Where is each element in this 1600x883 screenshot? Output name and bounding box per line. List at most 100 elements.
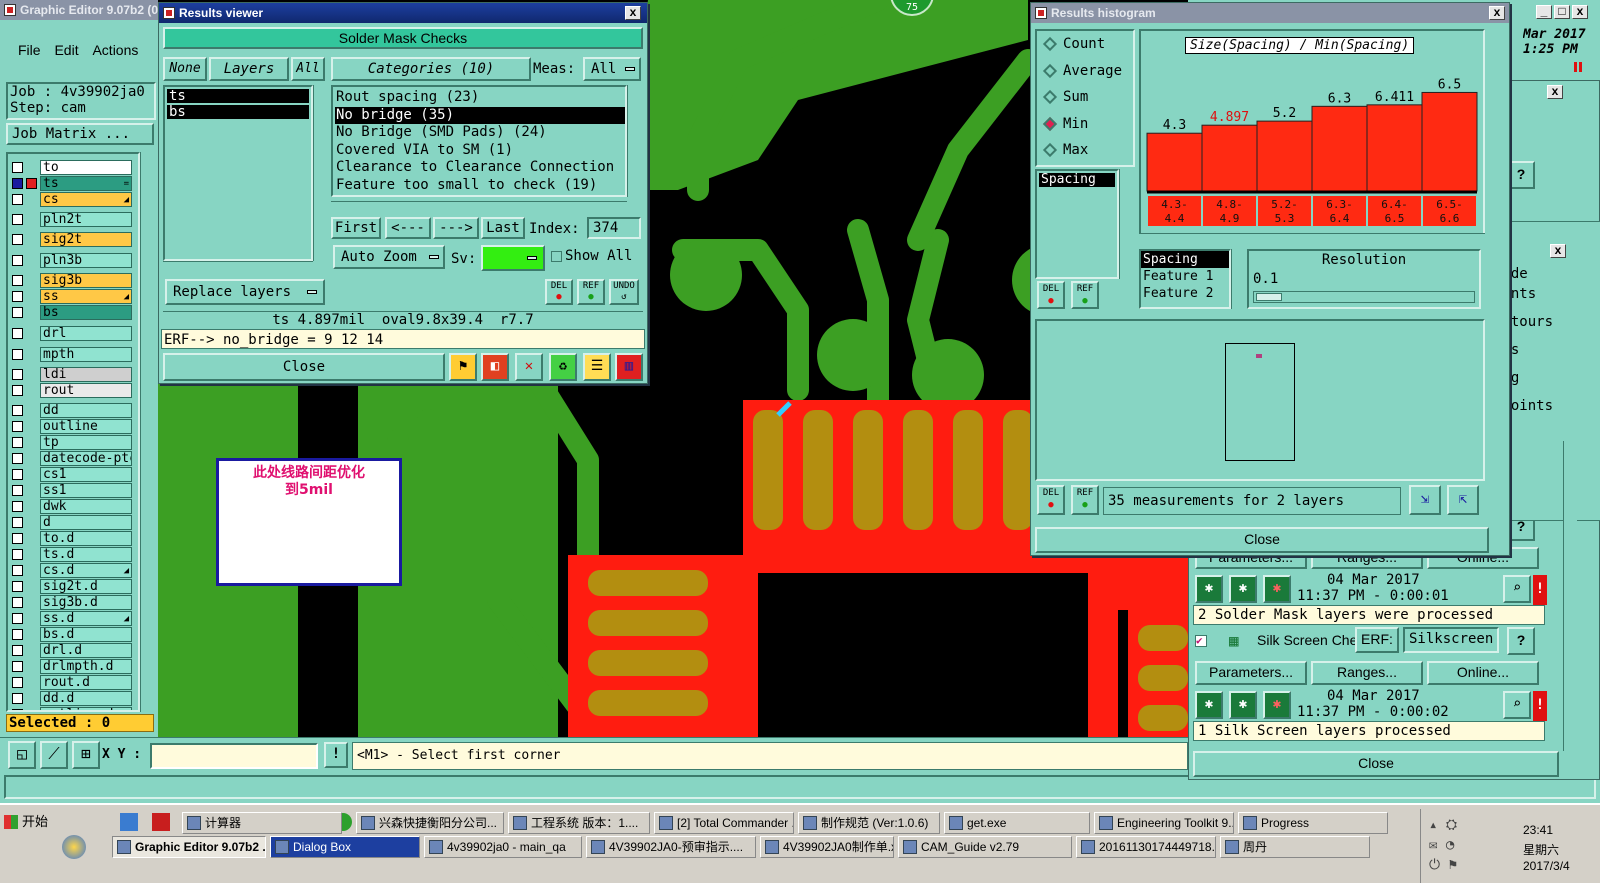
stat-option[interactable]: Sum — [1037, 84, 1133, 111]
stat-option[interactable]: Count — [1037, 31, 1133, 58]
layer-row[interactable]: outline.d — [8, 707, 138, 710]
layer-row[interactable]: ss.d ◢ — [8, 611, 138, 626]
layer-row[interactable]: drl.d — [8, 643, 138, 658]
histogram-icon[interactable]: ▥ — [615, 353, 643, 381]
layer-checkbox[interactable] — [12, 693, 23, 704]
layer-name[interactable]: ss1 — [40, 483, 132, 498]
layer-name[interactable]: sig3b.d — [40, 595, 132, 610]
histogram-bar[interactable] — [1146, 132, 1203, 192]
category-item[interactable]: Rout spacing (23) — [335, 89, 625, 107]
minimize-button[interactable]: _ — [1536, 5, 1552, 19]
quicklaunch-icon[interactable] — [120, 813, 138, 831]
show-all-checkbox[interactable] — [551, 251, 562, 262]
index-input[interactable]: 374 — [587, 217, 641, 239]
stat-option[interactable]: Average — [1037, 58, 1133, 85]
layer-name[interactable]: datecode-ptc — [40, 451, 132, 466]
categories-header[interactable]: Categories (10) — [331, 57, 531, 81]
layer-checkbox[interactable] — [12, 405, 23, 416]
taskbar-item[interactable]: 4V39902JA0-预审指示.... — [586, 836, 756, 858]
layer-checkbox[interactable] — [12, 485, 23, 496]
layer-row[interactable]: sig3b.d — [8, 595, 138, 610]
prev-button[interactable]: <--- — [385, 217, 431, 239]
layer-name[interactable]: tp — [40, 435, 132, 450]
close-main-button[interactable]: x — [1572, 5, 1588, 19]
layer-checkbox[interactable] — [12, 328, 23, 339]
layer-row[interactable]: drlmpth.d — [8, 659, 138, 674]
replace-layers-dropdown[interactable]: Replace layers — [165, 279, 325, 305]
del-icon[interactable]: DEL ● — [545, 279, 573, 305]
layer-name[interactable]: ts.d — [40, 547, 132, 562]
recycle-icon[interactable]: ♻ — [549, 353, 577, 381]
layer-checkbox[interactable] — [12, 613, 23, 624]
xy-input[interactable] — [150, 743, 318, 769]
histogram-bar[interactable] — [1366, 104, 1423, 192]
layer-checkbox[interactable] — [12, 533, 23, 544]
layer-row[interactable]: to.d — [8, 531, 138, 546]
stat-option[interactable]: Max — [1037, 137, 1133, 164]
taskbar-item[interactable]: 4V39902JA0制作单.xls ... — [760, 836, 894, 858]
layer-checkbox[interactable] — [12, 437, 23, 448]
category-item[interactable]: Feature too small to check (19) — [335, 177, 625, 195]
secondary-close-icon[interactable]: x — [1550, 244, 1566, 258]
category-item[interactable]: No bridge (35) — [335, 106, 625, 124]
measure-icon[interactable]: ⟋ — [40, 741, 68, 769]
layer-checkbox[interactable] — [12, 275, 23, 286]
category-vscroll[interactable] — [627, 85, 641, 197]
job-matrix-button[interactable]: Job Matrix ... — [6, 123, 154, 145]
layer-checkbox[interactable] — [12, 178, 23, 189]
layer-checkbox[interactable] — [12, 661, 23, 672]
layer-name[interactable]: ldi — [40, 367, 132, 382]
histogram-bar[interactable] — [1256, 120, 1313, 192]
cross-icon[interactable]: ✕ — [515, 353, 543, 381]
layer-name[interactable]: d — [40, 515, 132, 530]
layer-checkbox[interactable] — [12, 307, 23, 318]
layer-name[interactable]: dwk — [40, 499, 132, 514]
layer-checkbox[interactable] — [12, 565, 23, 576]
hist-del-icon[interactable]: DEL ● — [1037, 281, 1065, 309]
layer-name[interactable]: cs.d ◢ — [40, 563, 132, 578]
results-layer-item[interactable]: ts — [167, 89, 309, 103]
run-icon[interactable]: ✱ — [1195, 575, 1223, 603]
layer-row[interactable]: ss ◢ — [8, 289, 138, 304]
layer-name[interactable]: sig2t — [40, 232, 132, 247]
results-layer-vscroll[interactable] — [313, 85, 327, 261]
checklist-close-button[interactable]: Close — [1193, 751, 1559, 777]
undo-icon[interactable]: UNDO ↺ — [609, 279, 639, 305]
layer-row[interactable]: drl — [8, 326, 138, 341]
slider-thumb[interactable] — [1256, 293, 1282, 301]
taskbar-item[interactable]: get.exe — [944, 812, 1090, 834]
layer-row[interactable]: mpth — [8, 347, 138, 362]
ref-icon[interactable]: REF ● — [577, 279, 605, 305]
layer-name[interactable]: outline.d — [40, 707, 132, 710]
layer-row[interactable]: ss1 — [8, 483, 138, 498]
filter-none-button[interactable]: None — [163, 57, 207, 81]
radio-diamond-icon[interactable] — [1042, 116, 1058, 131]
layer-name[interactable]: cs ◢ — [40, 192, 132, 207]
menu-file[interactable]: File — [18, 42, 41, 58]
layer-row[interactable]: pln2t — [8, 212, 138, 227]
layer-checkbox[interactable] — [12, 469, 23, 480]
stop-icon[interactable]: ✱ — [1263, 691, 1291, 719]
layer-row[interactable]: tp — [8, 435, 138, 450]
zoom-icon[interactable]: ⌕ — [1503, 575, 1531, 603]
layer-checkbox[interactable] — [12, 645, 23, 656]
menu-edit[interactable]: Edit — [54, 42, 78, 58]
help-icon[interactable]: ? — [1507, 161, 1535, 189]
results-viewer-close-icon[interactable]: x — [625, 6, 641, 20]
histogram-hscroll[interactable] — [1139, 233, 1485, 245]
layer-checkbox[interactable] — [12, 385, 23, 396]
checklist-vscroll[interactable] — [1563, 441, 1577, 751]
flag-icon[interactable]: ⚑ — [449, 353, 477, 381]
layer-row[interactable]: dwk — [8, 499, 138, 514]
attr-item[interactable]: Spacing — [1141, 251, 1229, 268]
layer-row[interactable]: cs.d ◢ — [8, 563, 138, 578]
layer-name[interactable]: ts = — [40, 176, 132, 191]
layer-checkbox[interactable] — [12, 629, 23, 640]
pdf-icon[interactable] — [152, 813, 170, 831]
attribute-vscroll[interactable] — [1119, 169, 1133, 279]
layer-name[interactable]: rout — [40, 383, 132, 398]
taskbar-item[interactable]: CAM_Guide v2.79 — [898, 836, 1072, 858]
histogram-bar[interactable] — [1311, 105, 1368, 192]
radio-diamond-icon[interactable] — [1042, 142, 1058, 158]
attr-item[interactable]: Feature 1 — [1141, 268, 1229, 285]
